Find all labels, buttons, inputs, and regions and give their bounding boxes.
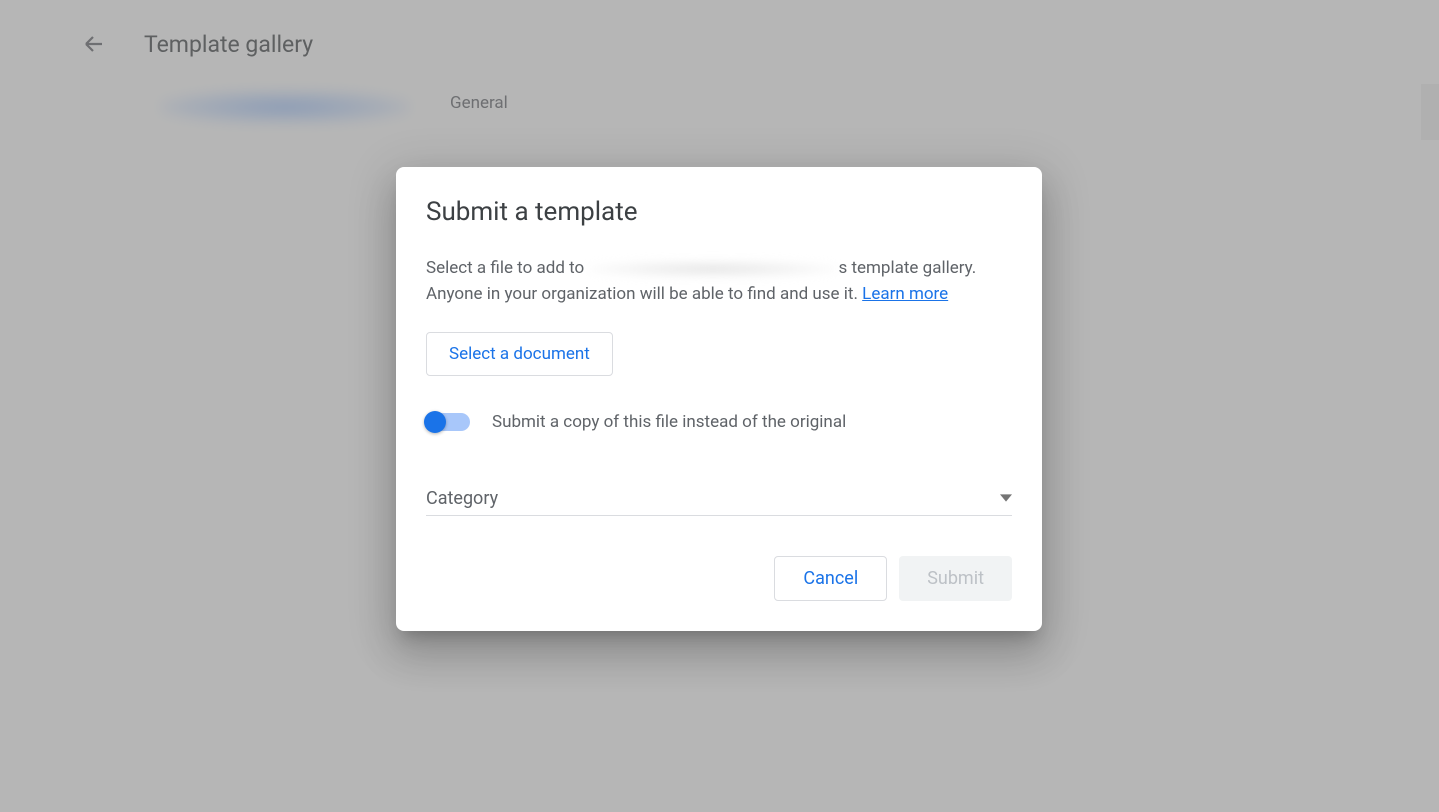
dialog-description: Select a file to add to s template galle… xyxy=(426,255,1012,308)
select-document-button[interactable]: Select a document xyxy=(426,332,613,376)
dialog-actions: Cancel Submit xyxy=(426,556,1012,601)
category-label: Category xyxy=(426,488,498,509)
learn-more-link[interactable]: Learn more xyxy=(862,284,948,304)
dialog-title: Submit a template xyxy=(426,197,1012,227)
submit-template-dialog: Submit a template Select a file to add t… xyxy=(396,167,1042,631)
desc-prefix: Select a file to add to xyxy=(426,258,584,278)
toggle-thumb xyxy=(424,411,446,433)
org-name-redacted xyxy=(588,260,838,278)
copy-toggle-label: Submit a copy of this file instead of th… xyxy=(492,412,846,432)
submit-button: Submit xyxy=(899,556,1012,601)
copy-toggle-row: Submit a copy of this file instead of th… xyxy=(426,412,1012,432)
category-select[interactable]: Category xyxy=(426,488,1012,516)
copy-toggle[interactable] xyxy=(426,413,470,431)
chevron-down-icon xyxy=(1000,489,1012,508)
cancel-button[interactable]: Cancel xyxy=(774,556,887,601)
